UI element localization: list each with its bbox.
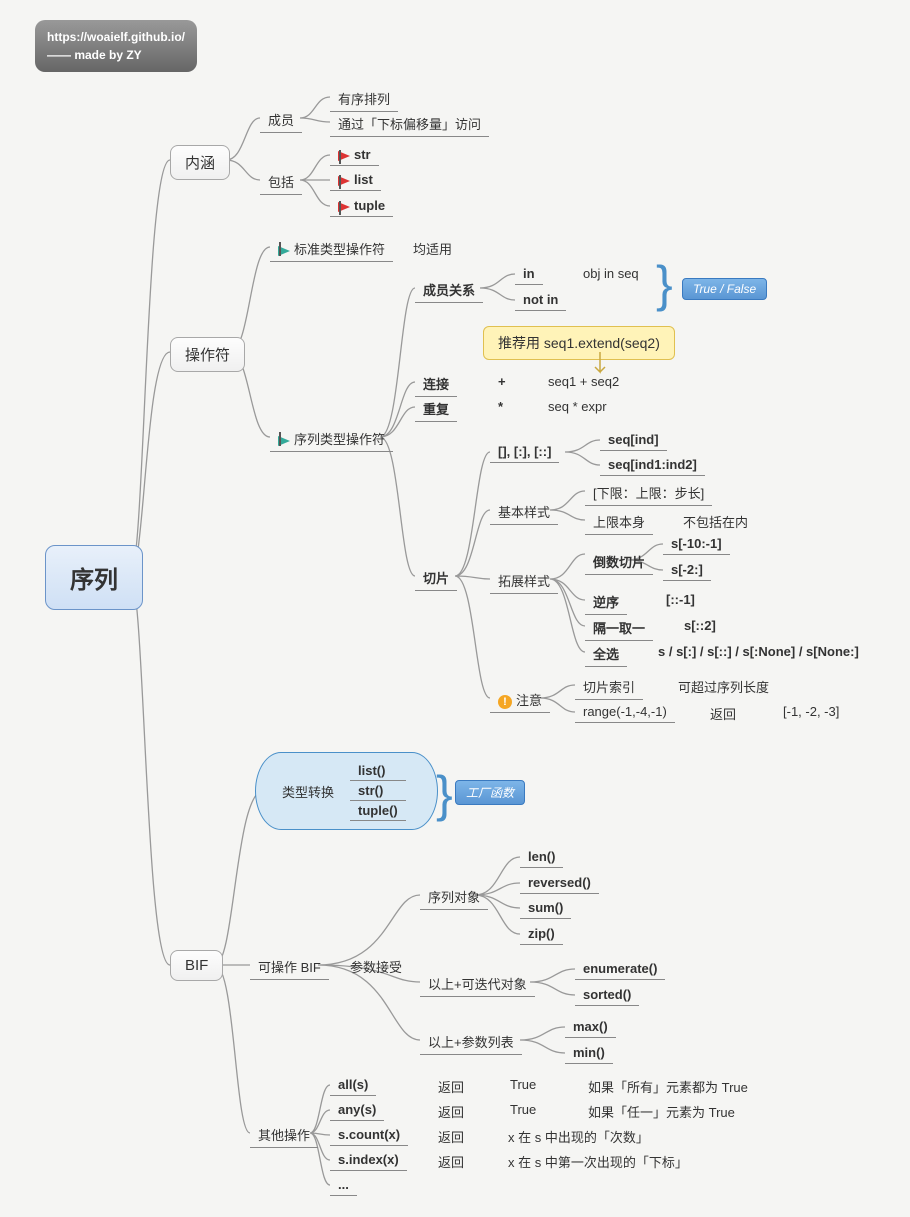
branch-operators: 操作符 (170, 337, 245, 372)
root-node: 序列 (45, 545, 143, 610)
flag-icon: list (330, 169, 381, 191)
leaf: s[-2:] (663, 559, 711, 581)
leaf: max() (565, 1016, 616, 1038)
table-row: s.count(x) (330, 1124, 408, 1146)
leaf: 返回 (430, 1124, 472, 1149)
credit-badge: https://woaielf.github.io/ —— made by ZY (35, 20, 197, 72)
leaf: range(-1,-4,-1) (575, 701, 675, 723)
leaf: [-1, -2, -3] (775, 701, 847, 722)
leaf: not in (515, 289, 566, 311)
credit-url: https://woaielf.github.io/ (47, 30, 185, 44)
leaf: 返回 (430, 1099, 472, 1124)
leaf: s / s[:] / s[::] / s[:None] / s[None:] (650, 641, 867, 662)
leaf: 倒数切片 (585, 549, 653, 575)
tip-extend: 推荐用 seq1.extend(seq2) (483, 326, 675, 360)
leaf: x 在 s 中出现的「次数」 (500, 1124, 657, 1149)
leaf: 返回 (702, 701, 744, 726)
credit-author: —— made by ZY (47, 48, 142, 62)
leaf: 全选 (585, 641, 627, 667)
leaf: 通过「下标偏移量」访问 (330, 111, 489, 137)
tag-true-false: True / False (682, 278, 767, 300)
leaf: 逆序 (585, 589, 627, 615)
leaf: len() (520, 846, 563, 868)
flag-icon: 序列类型操作符 (270, 426, 393, 452)
leaf: [::-1] (658, 589, 703, 610)
leaf: s[::2] (676, 615, 724, 636)
leaf: reversed() (520, 872, 599, 894)
flag-icon: str (330, 144, 379, 166)
warn-icon: 注意 (490, 687, 550, 713)
node-typeconv: 类型转换 (274, 780, 342, 803)
table-row: s.index(x) (330, 1149, 407, 1171)
leaf: 连接 (415, 371, 457, 397)
leaf: enumerate() (575, 958, 665, 980)
leaf: 隔一取一 (585, 615, 653, 641)
leaf: 不包括在内 (675, 509, 756, 534)
leaf: zip() (520, 923, 563, 945)
node-membership: 成员关系 (415, 277, 483, 303)
leaf: seq[ind] (600, 429, 667, 451)
leaf: seq1 + seq2 (540, 371, 627, 392)
leaf: s[-10:-1] (663, 533, 730, 555)
leaf: in (515, 263, 543, 285)
node-members: 成员 (260, 107, 302, 133)
table-row: all(s) (330, 1074, 376, 1096)
leaf: True (502, 1074, 544, 1095)
leaf: 基本样式 (490, 499, 558, 525)
node-other-ops: 其他操作 (250, 1122, 318, 1148)
leaf: 以上+可迭代对象 (420, 971, 535, 997)
node-operable-bif: 可操作 BIF (250, 954, 329, 980)
brace-icon: } (648, 252, 681, 316)
leaf: 参数接受 (342, 954, 410, 979)
leaf: min() (565, 1042, 613, 1064)
branch-bif: BIF (170, 950, 223, 981)
leaf: 以上+参数列表 (420, 1029, 522, 1055)
leaf: 有序排列 (330, 86, 398, 112)
flag-icon: tuple (330, 195, 393, 217)
leaf: list() (350, 761, 406, 781)
leaf: 可超过序列长度 (670, 674, 777, 699)
leaf: 如果「所有」元素都为 True (580, 1074, 756, 1099)
leaf: 切片索引 (575, 674, 643, 700)
node-slice: 切片 (415, 565, 457, 591)
leaf: 返回 (430, 1149, 472, 1174)
branch-connotation: 内涵 (170, 145, 230, 180)
leaf: 序列对象 (420, 884, 488, 910)
leaf: 如果「任一」元素为 True (580, 1099, 743, 1124)
leaf: 上限本身 (585, 509, 653, 535)
leaf: 返回 (430, 1074, 472, 1099)
leaf: tuple() (350, 801, 406, 821)
leaf: seq[ind1:ind2] (600, 454, 705, 476)
leaf: sum() (520, 897, 571, 919)
leaf: + (490, 371, 514, 392)
leaf: seq * expr (540, 396, 615, 417)
leaf: [], [:], [::] (490, 441, 559, 463)
tag-factory: 工厂函数 (455, 780, 525, 805)
leaf: str() (350, 781, 406, 801)
cloud-typeconv: 类型转换 list() str() tuple() (255, 752, 438, 830)
table-row: ... (330, 1174, 357, 1196)
flag-icon: 标准类型操作符 (270, 236, 393, 262)
table-row: any(s) (330, 1099, 384, 1121)
node-includes: 包括 (260, 169, 302, 195)
leaf: True (502, 1099, 544, 1120)
leaf: [下限：上限：步长] (585, 480, 712, 506)
leaf: * (490, 396, 511, 417)
leaf: 拓展样式 (490, 568, 558, 594)
leaf: sorted() (575, 984, 639, 1006)
leaf: 重复 (415, 396, 457, 422)
leaf: x 在 s 中第一次出现的「下标」 (500, 1149, 696, 1174)
leaf: obj in seq (575, 263, 647, 284)
leaf: 均适用 (405, 236, 460, 261)
